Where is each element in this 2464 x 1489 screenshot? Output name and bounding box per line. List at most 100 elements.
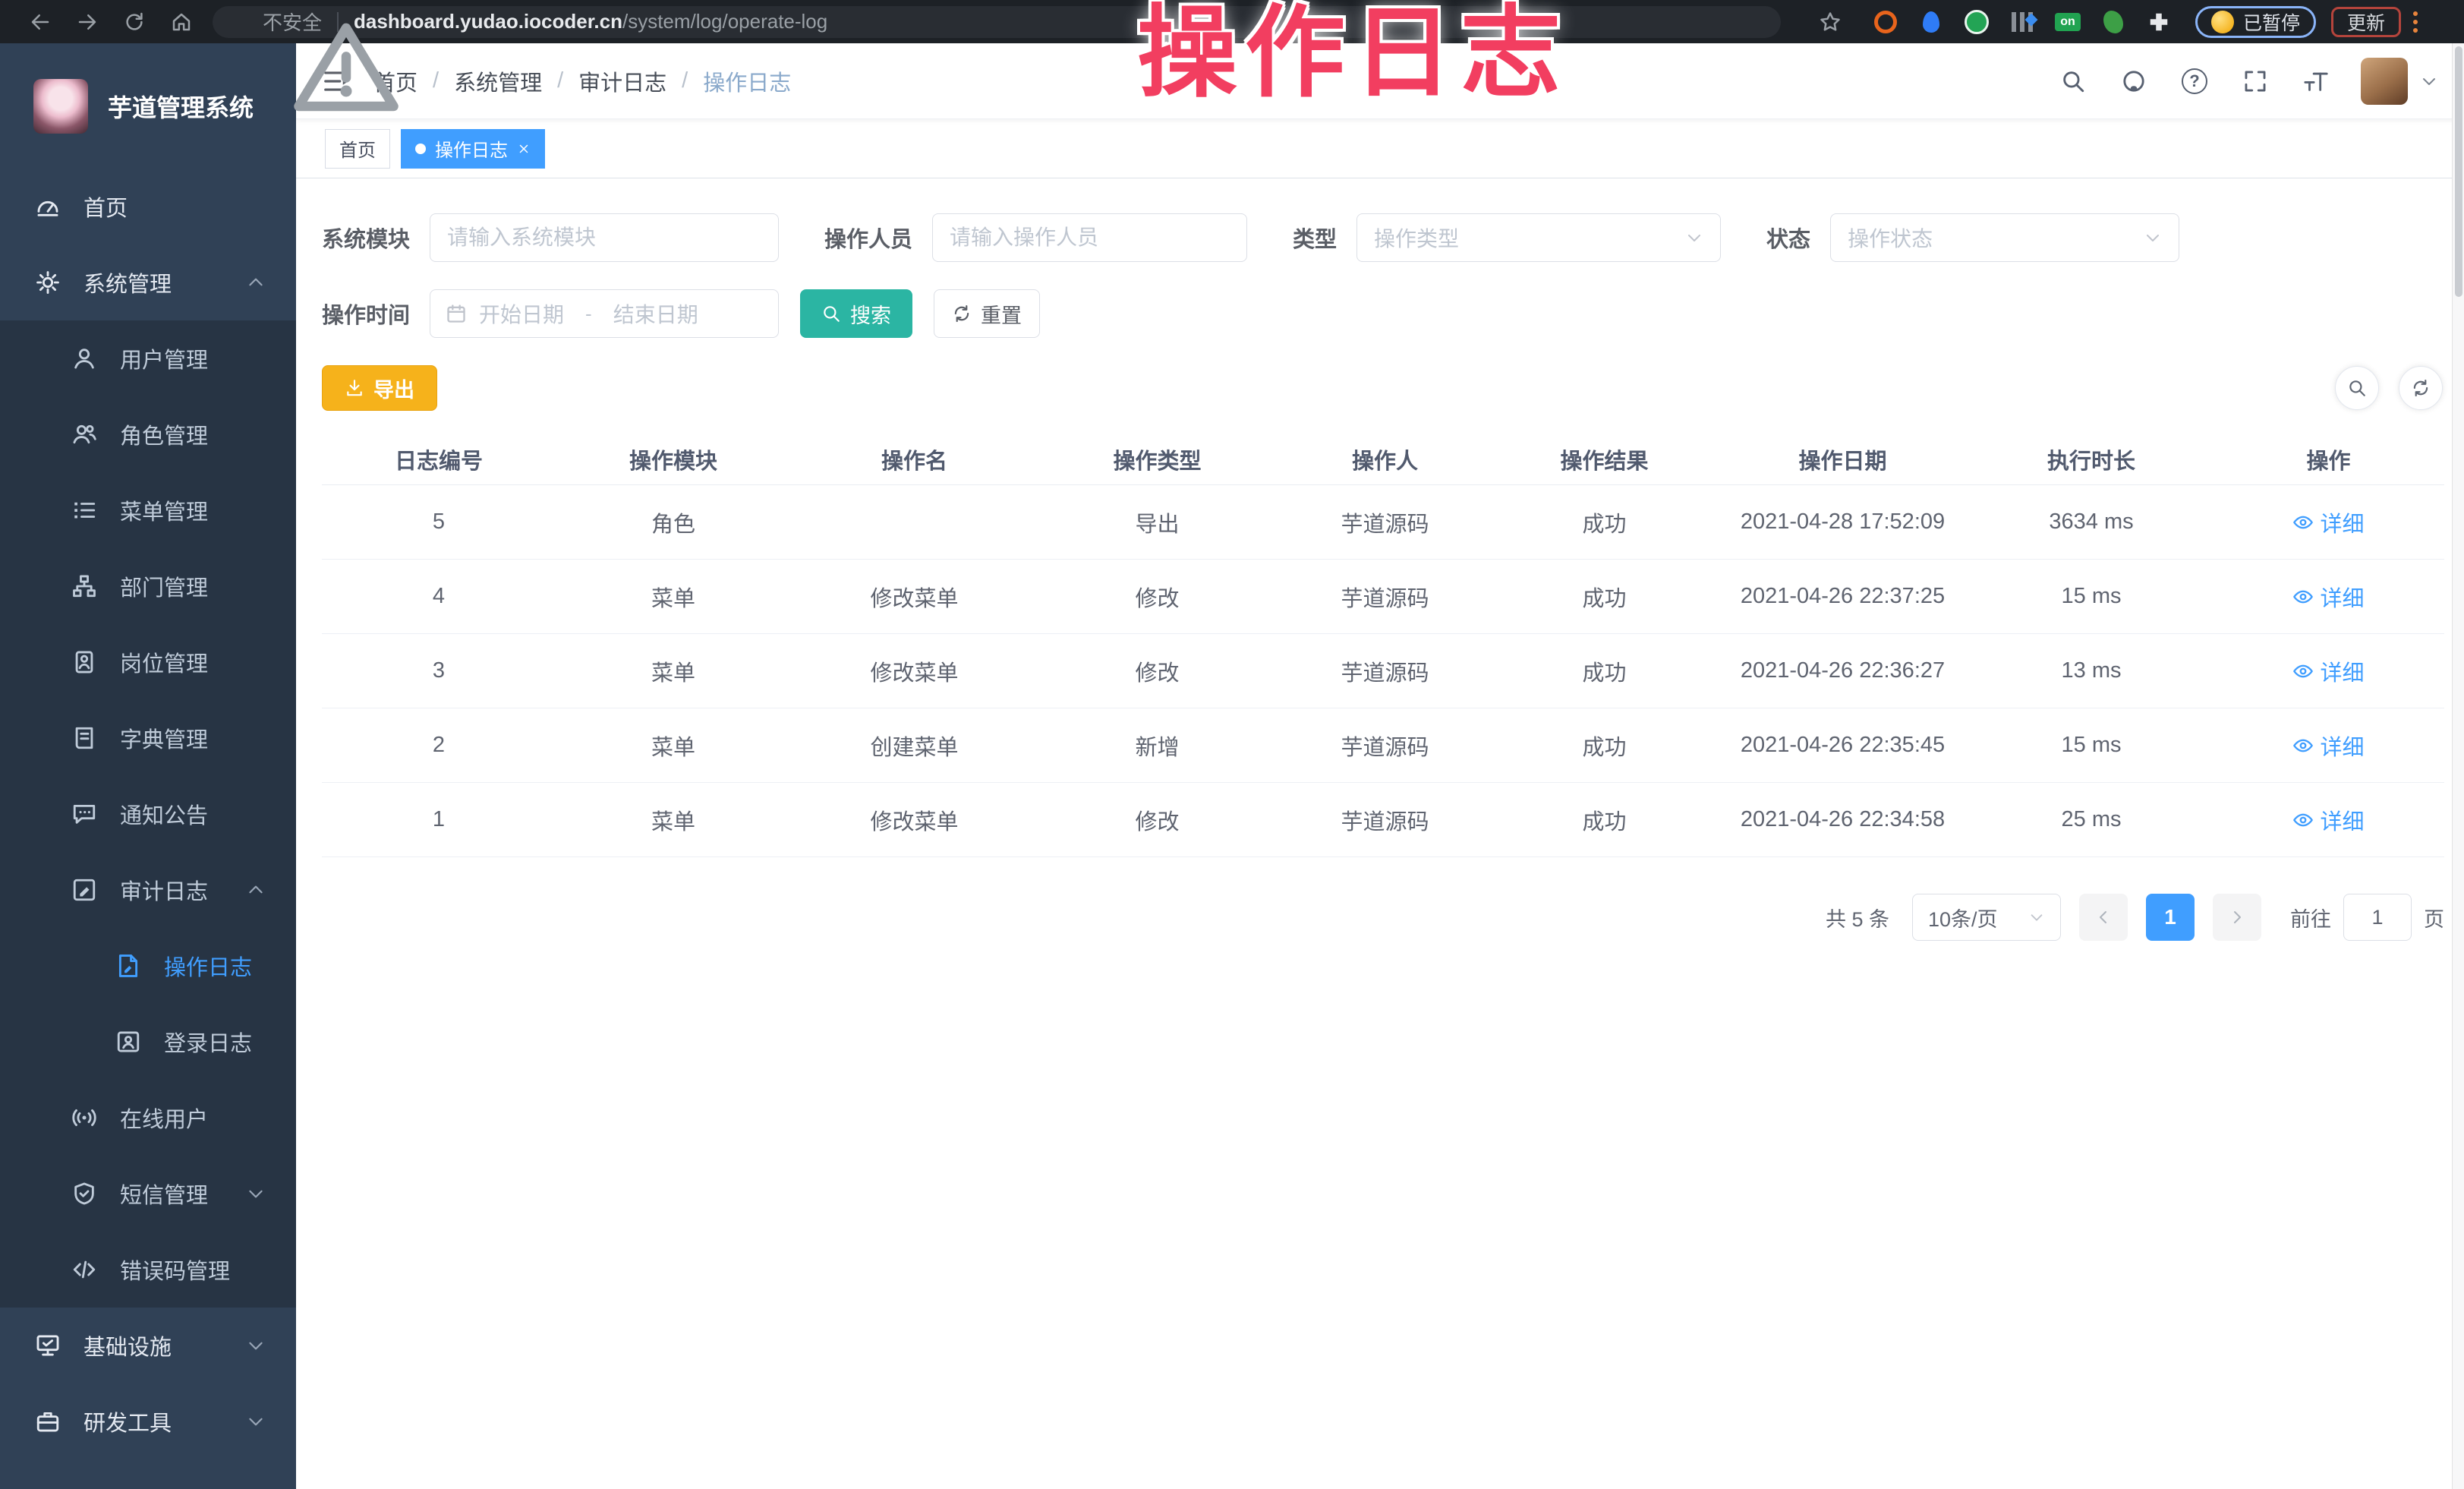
browser-chrome: 不安全 dashboard.yudao.iocoder.cn/system/lo… <box>0 0 2464 43</box>
error-code-icon <box>71 1257 97 1282</box>
table-row: 5角色导出芋道源码成功2021-04-28 17:52:093634 ms 详细 <box>322 485 2444 560</box>
help-icon[interactable]: ? <box>2182 68 2207 94</box>
detail-link[interactable]: 详细 <box>2213 655 2444 687</box>
address-bar[interactable]: 不安全 dashboard.yudao.iocoder.cn/system/lo… <box>213 6 1781 38</box>
detail-link[interactable]: 详细 <box>2213 804 2444 836</box>
post-badge-icon <box>71 649 97 675</box>
eye-icon <box>2292 735 2314 756</box>
page-unit: 页 <box>2424 903 2444 932</box>
reset-button[interactable]: 重置 <box>934 289 1040 338</box>
extension-leaf-icon[interactable] <box>2100 8 2127 36</box>
browser-reload-icon[interactable] <box>111 5 158 39</box>
status-select[interactable]: 操作状态 <box>1830 213 2179 262</box>
extension-bars-icon[interactable] <box>2009 8 2036 36</box>
eye-icon <box>2292 586 2314 607</box>
detail-link[interactable]: 详细 <box>2213 581 2444 613</box>
search-icon <box>821 304 841 323</box>
github-icon[interactable] <box>2121 68 2147 94</box>
sidebar-item-user-mgmt[interactable]: 用户管理 <box>0 320 296 396</box>
font-size-icon[interactable] <box>2303 68 2329 94</box>
menu-icon <box>71 497 97 523</box>
browser-menu-icon[interactable] <box>2413 11 2418 33</box>
breadcrumb-audit[interactable]: 审计日志 <box>578 65 666 97</box>
scrollbar-thumb[interactable] <box>2455 46 2462 297</box>
sidebar-item-home[interactable]: 首页 <box>0 169 296 244</box>
tab-home[interactable]: 首页 <box>325 129 390 169</box>
browser-home-icon[interactable] <box>158 5 205 39</box>
paused-label: 已暂停 <box>2243 8 2300 36</box>
tags-view-bar: 首页 操作日志 <box>296 119 2464 178</box>
refresh-icon <box>952 304 972 323</box>
browser-back-icon[interactable] <box>17 5 64 39</box>
extension-green-circle-icon[interactable] <box>1963 8 1990 36</box>
search-icon <box>2347 378 2367 398</box>
online-user-icon <box>71 1105 97 1131</box>
search-button[interactable]: 搜索 <box>800 289 912 338</box>
sidebar-item-error-code[interactable]: 错误码管理 <box>0 1232 296 1308</box>
avatar-caret-down-icon[interactable] <box>2420 72 2438 90</box>
export-button[interactable]: 导出 <box>322 365 437 411</box>
url-host: dashboard.yudao.iocoder.cn <box>354 10 622 33</box>
sidebar-item-menu-mgmt[interactable]: 菜单管理 <box>0 472 296 548</box>
extension-orange-icon[interactable] <box>1872 8 1899 36</box>
table-row: 3菜单修改菜单修改芋道源码成功2021-04-26 22:36:2713 ms … <box>322 634 2444 708</box>
fullscreen-icon[interactable] <box>2242 68 2268 94</box>
chevron-down-icon <box>1685 229 1703 247</box>
sidebar-item-sms-mgmt[interactable]: 短信管理 <box>0 1156 296 1232</box>
browser-forward-icon[interactable] <box>64 5 111 39</box>
chevron-left-icon <box>2094 908 2113 926</box>
sidebar-item-system-mgmt[interactable]: 系统管理 <box>0 244 296 320</box>
breadcrumb-system[interactable]: 系统管理 <box>454 65 542 97</box>
sidebar-item-audit-log[interactable]: 审计日志 <box>0 852 296 928</box>
paused-extension-pill[interactable]: 已暂停 <box>2195 6 2316 38</box>
page-1-button[interactable]: 1 <box>2146 894 2195 941</box>
sidebar-item-infrastructure[interactable]: 基础设施 <box>0 1308 296 1383</box>
bookmark-star-icon[interactable] <box>1807 5 1854 39</box>
next-page-button[interactable] <box>2213 894 2261 941</box>
sidebar: 芋道管理系统 首页 系统管理 用户管理 角色管理 菜单管理 <box>0 43 296 1489</box>
security-label: 不安全 <box>263 8 322 36</box>
page-scrollbar[interactable] <box>2452 43 2464 1489</box>
extension-drop-icon[interactable] <box>1917 8 1945 36</box>
toggle-search-button[interactable] <box>2335 366 2379 410</box>
eye-icon <box>2292 661 2314 682</box>
sidebar-item-dict-mgmt[interactable]: 字典管理 <box>0 700 296 776</box>
prev-page-button[interactable] <box>2079 894 2128 941</box>
operate-log-table: 日志编号 操作模块 操作名 操作类型 操作人 操作结果 操作日期 执行时长 操作… <box>322 434 2444 857</box>
sidebar-item-dev-tools[interactable]: 研发工具 <box>0 1383 296 1459</box>
operator-input[interactable] <box>932 213 1247 262</box>
sidebar-item-online-users[interactable]: 在线用户 <box>0 1080 296 1156</box>
sidebar-item-dept-mgmt[interactable]: 部门管理 <box>0 548 296 624</box>
refresh-table-button[interactable] <box>2399 366 2443 410</box>
user-avatar[interactable] <box>2361 58 2408 105</box>
time-label: 操作时间 <box>322 298 410 330</box>
audit-log-icon <box>71 877 97 903</box>
chevron-down-icon <box>2028 909 2045 926</box>
module-input[interactable] <box>430 213 779 262</box>
sidebar-item-role-mgmt[interactable]: 角色管理 <box>0 396 296 472</box>
update-button[interactable]: 更新 <box>2331 7 2401 37</box>
sidebar-item-notice[interactable]: 通知公告 <box>0 776 296 852</box>
date-range-picker[interactable]: 开始日期 - 结束日期 <box>430 289 779 338</box>
logo-avatar <box>33 79 88 134</box>
tab-close-icon[interactable] <box>517 142 531 156</box>
tab-operate-log[interactable]: 操作日志 <box>401 129 545 169</box>
extension-on-badge-icon[interactable]: on <box>2054 8 2081 36</box>
sidebar-item-login-log[interactable]: 登录日志 <box>0 1004 296 1080</box>
table-row: 2菜单创建菜单新增芋道源码成功2021-04-26 22:35:4515 ms … <box>322 708 2444 783</box>
sidebar-item-post-mgmt[interactable]: 岗位管理 <box>0 624 296 700</box>
detail-link[interactable]: 详细 <box>2213 506 2444 538</box>
chevron-down-icon <box>246 1412 266 1431</box>
header-search-icon[interactable] <box>2060 68 2086 94</box>
total-count: 共 5 条 <box>1826 903 1889 932</box>
goto-page-input[interactable] <box>2343 894 2412 941</box>
extensions-puzzle-icon[interactable] <box>2145 8 2173 36</box>
notice-chat-icon <box>71 801 97 827</box>
operate-log-icon <box>115 953 141 979</box>
sms-shield-icon <box>71 1181 97 1207</box>
type-select[interactable]: 操作类型 <box>1356 213 1721 262</box>
role-icon <box>71 421 97 447</box>
sidebar-item-operate-log[interactable]: 操作日志 <box>0 928 296 1004</box>
page-size-select[interactable]: 10条/页 <box>1912 894 2061 941</box>
detail-link[interactable]: 详细 <box>2213 730 2444 762</box>
